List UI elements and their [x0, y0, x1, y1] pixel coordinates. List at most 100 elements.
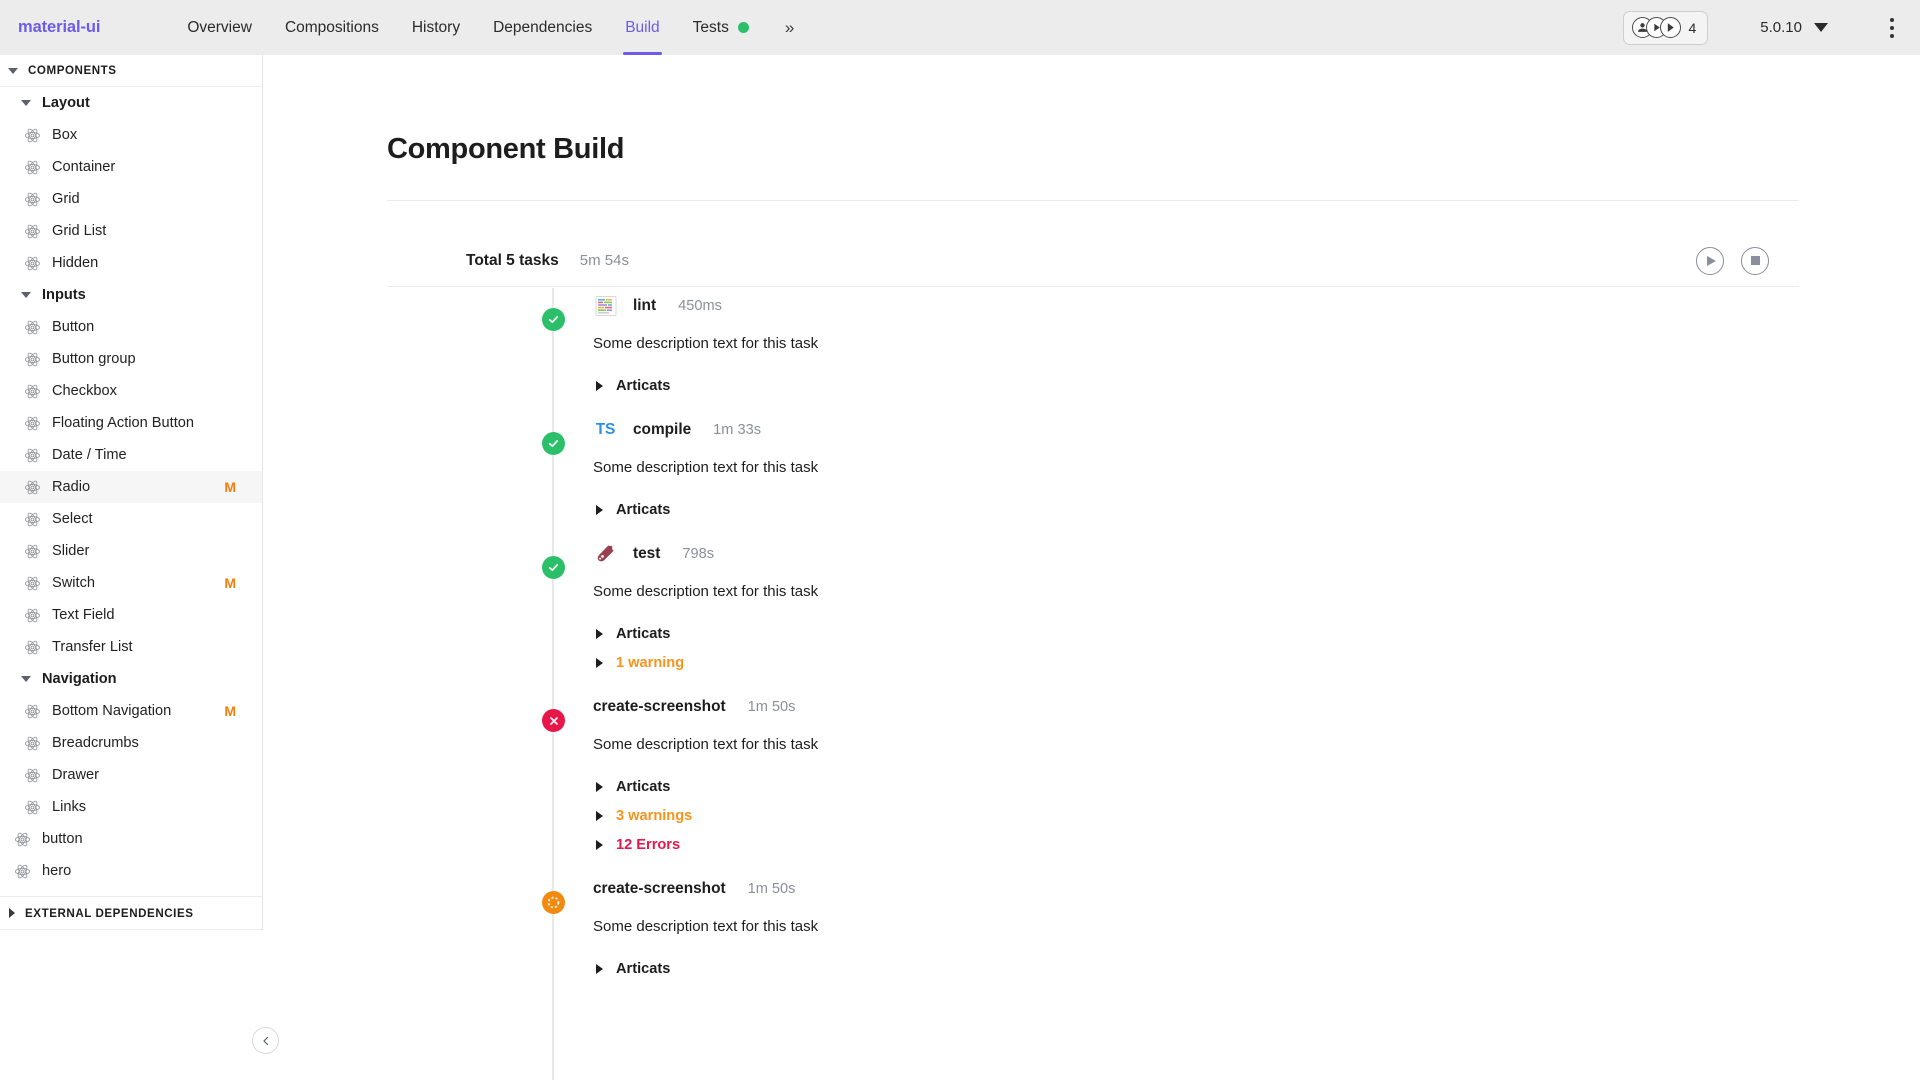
- react-atom-icon: [24, 736, 41, 750]
- task-artifacts-toggle[interactable]: Articats: [593, 619, 1799, 648]
- title-divider: [387, 200, 1799, 201]
- task-expandable-rows: Articats: [593, 495, 1799, 524]
- sidebar-item-button[interactable]: Button: [0, 311, 262, 343]
- sidebar-item-box[interactable]: Box: [0, 119, 262, 151]
- task-artifacts-toggle[interactable]: Articats: [593, 954, 1799, 983]
- task-header: create-screenshot 1m 50s: [593, 689, 1799, 725]
- triangle-down-icon: [8, 67, 18, 74]
- sidebar-item-button[interactable]: button: [0, 823, 262, 855]
- kebab-menu-icon[interactable]: [1880, 14, 1904, 42]
- sidebar-item-transfer-list[interactable]: Transfer List: [0, 631, 262, 663]
- react-atom-icon: [24, 320, 41, 334]
- page-title: Component Build: [387, 133, 625, 165]
- task-duration: 450ms: [678, 298, 722, 314]
- version-selector[interactable]: 5.0.10: [1760, 19, 1828, 36]
- nav-tab-build[interactable]: Build: [623, 0, 663, 55]
- react-atom-icon: [24, 384, 41, 398]
- sidebar-item-container[interactable]: Container: [0, 151, 262, 183]
- sidebar-section-external-dependencies[interactable]: EXTERNAL DEPENDENCIES: [0, 896, 262, 930]
- sidebar-item-drawer[interactable]: Drawer: [0, 759, 262, 791]
- total-tasks-label: Total 5 tasks: [466, 251, 559, 269]
- sidebar-item-label: Date / Time: [52, 447, 127, 463]
- sidebar-group-inputs[interactable]: Inputs: [0, 279, 262, 311]
- nav-tab-history[interactable]: History: [412, 0, 460, 55]
- sidebar-item-grid[interactable]: Grid: [0, 183, 262, 215]
- sidebar: COMPONENTS Layout Box Container Grid Grid Li…: [0, 55, 263, 930]
- sidebar-group-navigation[interactable]: Navigation: [0, 663, 262, 695]
- sidebar-item-label: Drawer: [52, 767, 100, 783]
- sidebar-item-date-time[interactable]: Date / Time: [0, 439, 262, 471]
- task-artifacts-toggle[interactable]: Articats: [593, 371, 1799, 400]
- status-success-icon: [542, 556, 565, 579]
- sidebar-item-label: hero: [42, 863, 72, 879]
- task-warnings-toggle[interactable]: 3 warnings: [593, 801, 1799, 830]
- task-header: TS compile 1m 33s: [593, 412, 1799, 448]
- total-duration-label: 5m 54s: [579, 252, 629, 269]
- stop-build-button[interactable]: [1741, 246, 1769, 275]
- triangle-down-icon: [21, 676, 31, 682]
- sidebar-item-select[interactable]: Select: [0, 503, 262, 535]
- react-atom-icon: [14, 864, 31, 878]
- sidebar-item-hero[interactable]: hero: [0, 855, 262, 887]
- react-atom-icon: [24, 480, 41, 494]
- triangle-down-icon: [21, 292, 31, 298]
- sidebar-section-label: EXTERNAL DEPENDENCIES: [25, 906, 194, 920]
- task-artifacts-toggle[interactable]: Articats: [593, 772, 1799, 801]
- collaborators-pill[interactable]: 4: [1623, 10, 1709, 45]
- task-list: lint 450ms Some description text for this …: [387, 288, 1799, 1080]
- chevron-right-icon: [596, 628, 603, 639]
- run-build-button[interactable]: [1696, 246, 1724, 275]
- nav-overflow-icon[interactable]: »: [785, 19, 794, 36]
- nav-tab-dependencies[interactable]: Dependencies: [493, 0, 592, 55]
- sidebar-item-floating-action-button[interactable]: Floating Action Button: [0, 407, 262, 439]
- sidebar-item-checkbox[interactable]: Checkbox: [0, 375, 262, 407]
- sidebar-item-label: Hidden: [52, 255, 99, 271]
- nav-tab-overview[interactable]: Overview: [187, 0, 252, 55]
- sidebar-item-label: Switch: [52, 575, 95, 591]
- task-name: compile: [633, 421, 692, 438]
- sidebar-group-label: Navigation: [42, 671, 117, 687]
- task-item: create-screenshot 1m 50s Some description …: [387, 871, 1799, 983]
- sidebar-item-button-group[interactable]: Button group: [0, 343, 262, 375]
- sidebar-item-slider[interactable]: Slider: [0, 535, 262, 567]
- sidebar-item-label: button: [42, 831, 83, 847]
- task-expandable-rows: Articats: [593, 954, 1799, 983]
- sidebar-group-layout[interactable]: Layout: [0, 87, 262, 119]
- topbar-right-controls: 4 5.0.10: [1623, 10, 1920, 45]
- sidebar-item-breadcrumbs[interactable]: Breadcrumbs: [0, 727, 262, 759]
- sidebar-section-components[interactable]: COMPONENTS: [0, 55, 262, 87]
- sidebar-item-label: Grid: [52, 191, 80, 207]
- react-atom-icon: [24, 800, 41, 814]
- sidebar-item-radio[interactable]: Radio M: [0, 471, 262, 503]
- task-artifacts-toggle[interactable]: Articats: [593, 495, 1799, 524]
- sidebar-item-label: Select: [52, 511, 93, 527]
- react-atom-icon: [24, 448, 41, 462]
- avatar: [1660, 17, 1682, 38]
- build-summary-row: Total 5 tasks 5m 54s: [387, 235, 1799, 287]
- play-icon: [1707, 255, 1716, 266]
- task-duration: 1m 33s: [713, 422, 762, 438]
- task-warnings-toggle[interactable]: 1 warning: [593, 648, 1799, 677]
- sidebar-item-hidden[interactable]: Hidden: [0, 247, 262, 279]
- sidebar-item-label: Slider: [52, 543, 90, 559]
- nav-tab-compositions[interactable]: Compositions: [285, 0, 379, 55]
- sidebar-item-bottom-navigation[interactable]: Bottom Navigation M: [0, 695, 262, 727]
- status-error-icon: [542, 709, 565, 732]
- react-atom-icon: [24, 416, 41, 430]
- sidebar-item-switch[interactable]: Switch M: [0, 567, 262, 599]
- nav-tab-tests[interactable]: Tests: [693, 0, 749, 55]
- react-atom-icon: [24, 544, 41, 558]
- sidebar-item-label: Bottom Navigation: [52, 703, 172, 719]
- sidebar-collapse-button[interactable]: [252, 1027, 279, 1054]
- sidebar-item-text-field[interactable]: Text Field: [0, 599, 262, 631]
- sidebar-item-links[interactable]: Links: [0, 791, 262, 823]
- task-errors-toggle[interactable]: 12 Errors: [593, 830, 1799, 859]
- status-success-icon: [542, 308, 565, 331]
- typescript-icon: TS: [595, 421, 616, 438]
- react-atom-icon: [24, 640, 41, 654]
- sidebar-item-grid-list[interactable]: Grid List: [0, 215, 262, 247]
- task-description: Some description text for this task: [593, 583, 819, 600]
- primary-nav: Overview Compositions History Dependencies B…: [187, 0, 794, 55]
- brand-logo[interactable]: material-ui: [18, 18, 100, 37]
- expand-row-label: Articats: [616, 501, 671, 518]
